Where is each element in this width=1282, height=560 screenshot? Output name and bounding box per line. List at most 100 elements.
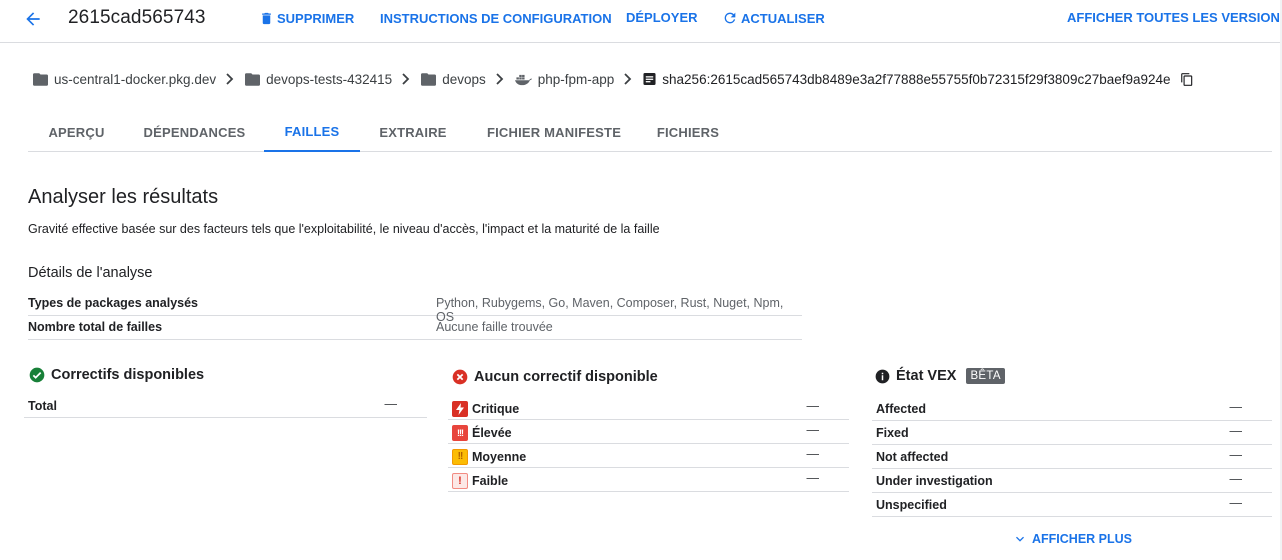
row-label: Under investigation [876,474,993,488]
table-row: Not affected — [872,445,1272,469]
breadcrumb-label: php-fpm-app [537,71,615,87]
table-row: ! Faible — [448,468,849,492]
document-icon [643,72,656,86]
medium-icon: !! [452,449,468,465]
table-row: Under investigation — [872,469,1272,493]
beta-badge: BÊTA [966,368,1005,384]
tab-overview[interactable]: APERÇU [28,112,125,152]
folder-icon [421,72,437,86]
row-value: Aucune faille trouvée [436,320,553,334]
breadcrumb-label: devops-tests-432415 [266,71,393,87]
copy-button[interactable] [1180,72,1194,87]
fixes-table: Total — [24,394,427,418]
row-value: — [806,471,820,485]
refresh-button[interactable]: ACTUALISER [722,10,825,26]
details-table: Types de packages analysés Python, Rubyg… [28,292,802,340]
delete-button[interactable]: SUPPRIMER [259,11,354,26]
docker-icon [514,74,532,85]
tab-pull[interactable]: EXTRAIRE [368,112,458,152]
fixes-title: Correctifs disponibles [51,367,205,383]
row-value: — [1229,424,1243,438]
breadcrumb-item-image[interactable]: php-fpm-app [514,71,615,87]
row-label: Nombre total de failles [28,320,163,334]
table-row: Types de packages analysés Python, Rubyg… [28,292,802,324]
section-description: Gravité effective basée sur des facteurs… [28,222,660,236]
vex-table: Affected — Fixed — Not affected — Under … [872,397,1272,517]
low-icon: ! [452,473,468,489]
row-value: — [1229,448,1243,462]
breadcrumb-label: devops [442,71,486,87]
chevron-down-icon [1016,536,1024,542]
row-value: — [806,447,820,461]
row-value: — [806,423,820,437]
info-icon [875,369,890,383]
copy-icon [1180,72,1192,86]
row-value: — [1229,400,1243,414]
section-title: Analyser les résultats [28,186,219,208]
row-label: Not affected [876,450,949,464]
row-value: — [806,399,820,413]
fixes-heading: Correctifs disponibles [29,367,204,383]
table-row: Critique — [448,396,849,420]
folder-icon [245,72,261,86]
row-label: Moyenne [472,450,527,464]
setup-label: INSTRUCTIONS DE CONFIGURATION [380,11,612,26]
row-label: Types de packages analysés [28,296,199,310]
no-fix-table: Critique — !!! Élevée — !! Moyenne — ! F… [448,396,849,492]
trash-icon [262,12,271,25]
row-value: — [1229,496,1243,510]
breadcrumb-item-host[interactable]: us-central1-docker.pkg.dev [33,72,216,87]
arrow-back-icon [26,12,40,26]
row-value: — [384,397,398,411]
tab-vulnerabilities[interactable]: FAILLES [264,112,360,152]
table-row: Affected — [872,397,1272,421]
folder-icon [33,72,48,86]
refresh-label: ACTUALISER [741,10,825,26]
breadcrumb-digest: sha256:2615cad565743db8489e3a2f77888e557… [643,71,1171,87]
row-label: Unspecified [876,498,947,512]
table-row: Nombre total de failles Aucune faille tr… [28,316,802,340]
row-label: Affected [876,402,927,416]
no-fix-title: Aucun correctif disponible [474,369,658,385]
row-value: — [1229,472,1243,486]
delete-label: SUPPRIMER [277,11,355,26]
row-label: Total [28,399,57,413]
chevron-right-icon [495,73,505,85]
breadcrumb-label: us-central1-docker.pkg.dev [54,71,217,87]
high-icon: !!! [452,425,468,441]
details-title: Détails de l'analyse [28,265,153,281]
chevron-right-icon [225,73,235,85]
setup-instructions-button[interactable]: INSTRUCTIONS DE CONFIGURATION [380,11,612,26]
check-circle-icon [29,367,45,383]
back-button[interactable] [20,6,46,32]
breadcrumb: us-central1-docker.pkg.dev devops-tests-… [33,69,1194,89]
vex-heading: État VEX BÊTA [875,368,1005,384]
breadcrumb-item-project[interactable]: devops-tests-432415 [245,72,392,87]
critical-icon [452,401,468,417]
tab-manifest[interactable]: FICHIER MANIFESTE [482,112,626,152]
chevron-right-icon [623,73,633,85]
table-row: !!! Élevée — [448,420,849,444]
vex-title: État VEX [896,368,957,384]
refresh-icon [724,12,736,24]
breadcrumb-item-repository[interactable]: devops [421,72,486,87]
row-label: Fixed [876,426,909,440]
deploy-button[interactable]: DÉPLOYER [626,10,698,25]
error-circle-icon [452,369,468,385]
show-more-button[interactable]: AFFICHER PLUS [1012,531,1132,547]
table-row: Fixed — [872,421,1272,445]
page-title: 2615cad565743 [68,7,206,28]
deploy-label: DÉPLOYER [626,10,698,25]
no-fix-heading: Aucun correctif disponible [452,369,658,385]
table-row: Total — [24,394,427,418]
all-versions-label: AFFICHER TOUTES LES VERSIONS [1067,10,1282,25]
tab-dependencies[interactable]: DÉPENDANCES [133,112,256,152]
tab-files[interactable]: FICHIERS [653,112,723,152]
row-label: Élevée [472,426,512,440]
row-label: Critique [472,402,520,416]
all-versions-button[interactable]: AFFICHER TOUTES LES VERSIONS [1067,10,1282,25]
tab-bar: APERÇU DÉPENDANCES FAILLES EXTRAIRE FICH… [28,112,1272,152]
table-row: !! Moyenne — [448,444,849,468]
row-label: Faible [472,474,509,488]
digest-label: sha256:2615cad565743db8489e3a2f77888e557… [662,71,1171,87]
